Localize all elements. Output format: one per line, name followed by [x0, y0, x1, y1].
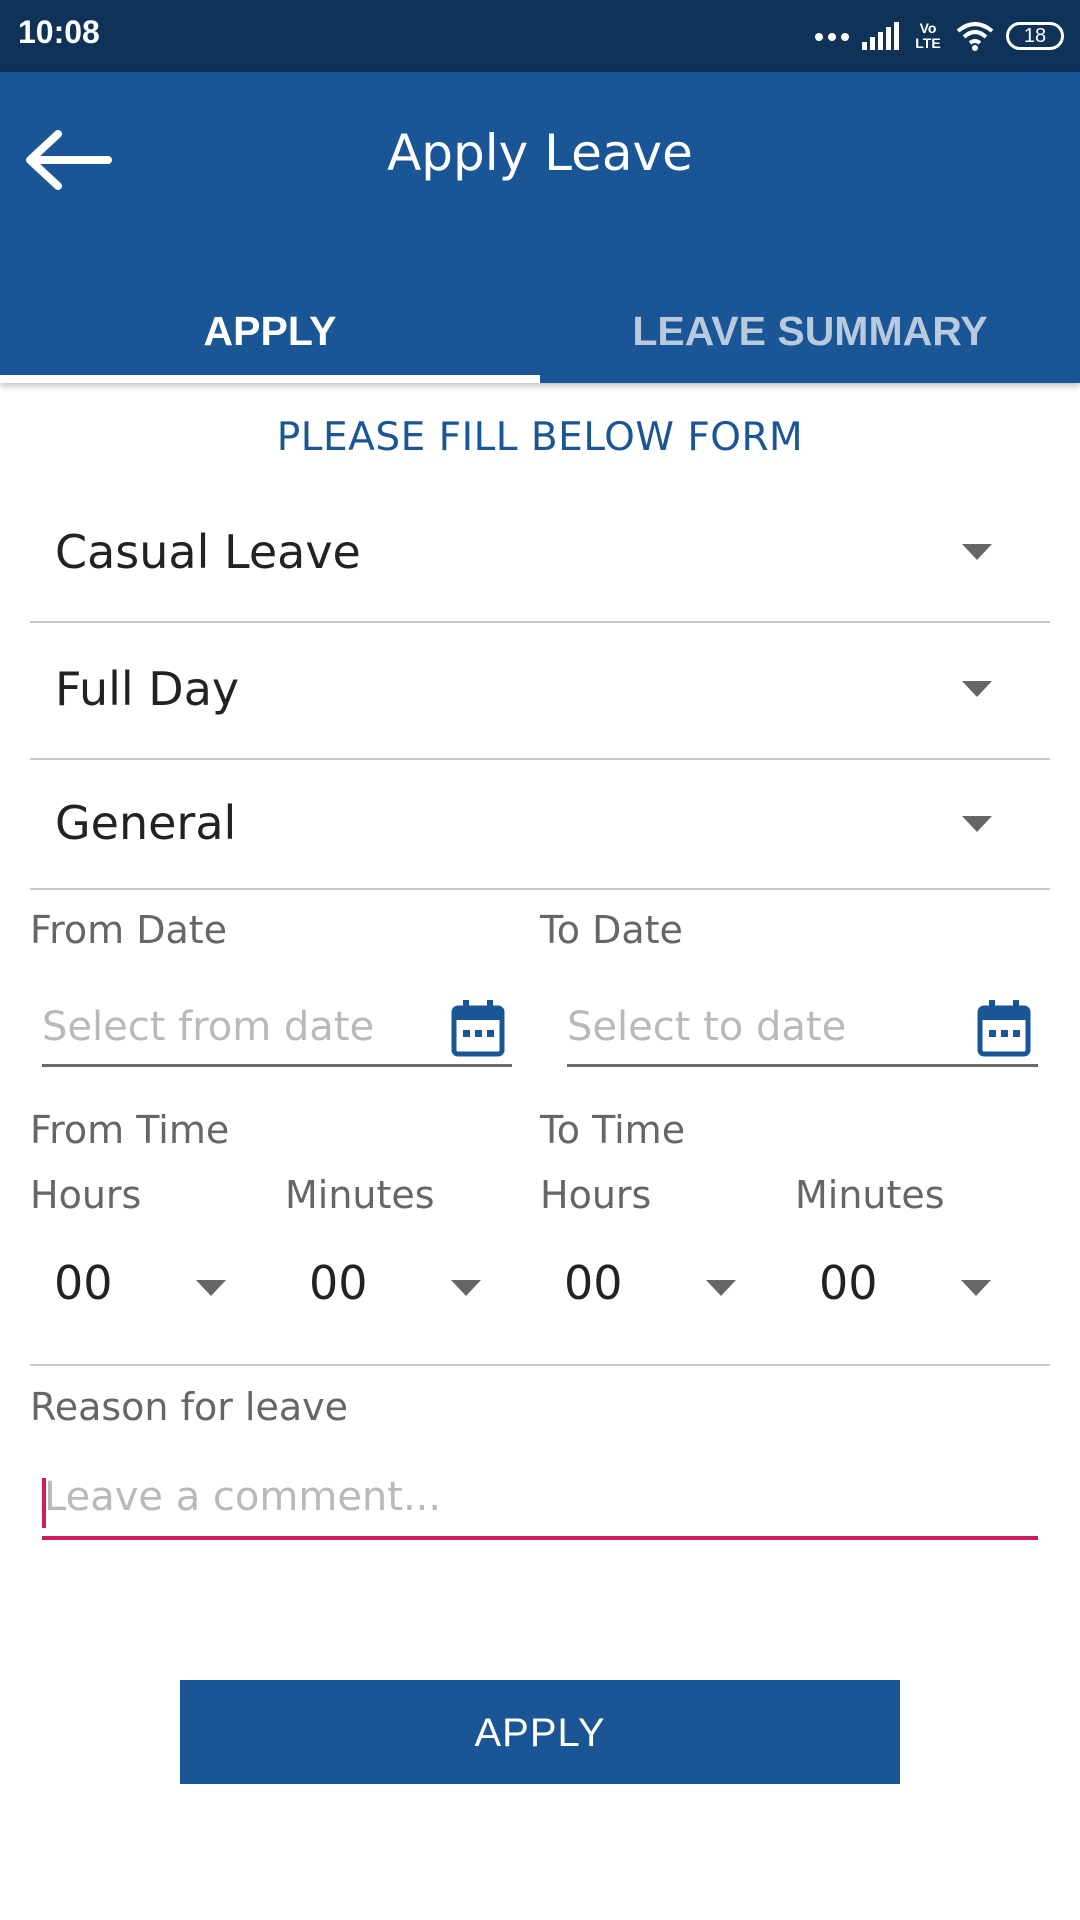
calendar-icon[interactable]: [450, 998, 506, 1058]
to-hours-value: 00: [564, 1256, 623, 1310]
volte-icon: Vo LTE: [915, 20, 941, 51]
to-time-label: To Time: [540, 1108, 686, 1152]
signal-icon: [862, 22, 899, 50]
status-bar: 10:08 Vo LTE 18: [0, 0, 1080, 72]
day-type-select[interactable]: Full Day: [30, 621, 1050, 760]
tab-leave-summary[interactable]: LEAVE SUMMARY: [540, 280, 1080, 383]
leave-type-select[interactable]: Casual Leave: [30, 484, 1050, 623]
to-hours-select[interactable]: 00: [540, 1250, 765, 1322]
category-select[interactable]: General: [30, 758, 1050, 890]
chevron-down-icon: [962, 681, 992, 697]
chevron-down-icon: [962, 544, 992, 560]
chevron-down-icon: [962, 816, 992, 832]
reason-input[interactable]: Leave a comment...: [42, 1470, 1038, 1540]
from-date-field[interactable]: Select from date: [42, 1000, 512, 1067]
from-time-label: From Time: [30, 1108, 230, 1152]
reason-label: Reason for leave: [30, 1385, 348, 1429]
page-title: Apply Leave: [387, 124, 693, 182]
more-dots-icon: [815, 33, 849, 41]
leave-type-value: Casual Leave: [55, 525, 361, 579]
category-value: General: [55, 796, 237, 850]
from-minutes-value: 00: [309, 1256, 368, 1310]
from-minutes-select[interactable]: 00: [285, 1250, 510, 1322]
to-date-field[interactable]: Select to date: [567, 1000, 1038, 1067]
tab-indicator: [0, 375, 540, 383]
to-date-placeholder: Select to date: [567, 1004, 847, 1050]
form-heading: PLEASE FILL BELOW FORM: [276, 415, 804, 460]
status-icons: Vo LTE 18: [814, 16, 1064, 56]
calendar-icon[interactable]: [976, 998, 1032, 1058]
day-type-value: Full Day: [55, 662, 240, 716]
chevron-down-icon: [706, 1280, 736, 1296]
app-bar: Apply Leave APPLY LEAVE SUMMARY: [0, 72, 1080, 383]
to-minutes-label: Minutes: [795, 1173, 945, 1217]
battery-level: 18: [1023, 24, 1047, 47]
tab-apply[interactable]: APPLY: [0, 280, 540, 383]
to-hours-label: Hours: [540, 1173, 652, 1217]
from-hours-value: 00: [54, 1256, 113, 1310]
from-hours-select[interactable]: 00: [30, 1250, 255, 1322]
chevron-down-icon: [196, 1280, 226, 1296]
from-date-label: From Date: [30, 908, 228, 952]
battery-icon: 18: [1006, 22, 1064, 50]
wifi-icon: [956, 22, 994, 51]
from-hours-label: Hours: [30, 1173, 142, 1217]
from-date-placeholder: Select from date: [42, 1004, 375, 1050]
text-cursor: [42, 1478, 46, 1528]
reason-placeholder: Leave a comment...: [44, 1474, 442, 1520]
apply-button[interactable]: APPLY: [180, 1680, 900, 1784]
to-date-label: To Date: [540, 908, 683, 952]
to-minutes-value: 00: [819, 1256, 878, 1310]
chevron-down-icon: [961, 1280, 991, 1296]
from-minutes-label: Minutes: [285, 1173, 435, 1217]
status-time: 10:08: [18, 14, 100, 50]
to-minutes-select[interactable]: 00: [795, 1250, 1020, 1322]
chevron-down-icon: [451, 1280, 481, 1296]
divider: [30, 1364, 1050, 1366]
